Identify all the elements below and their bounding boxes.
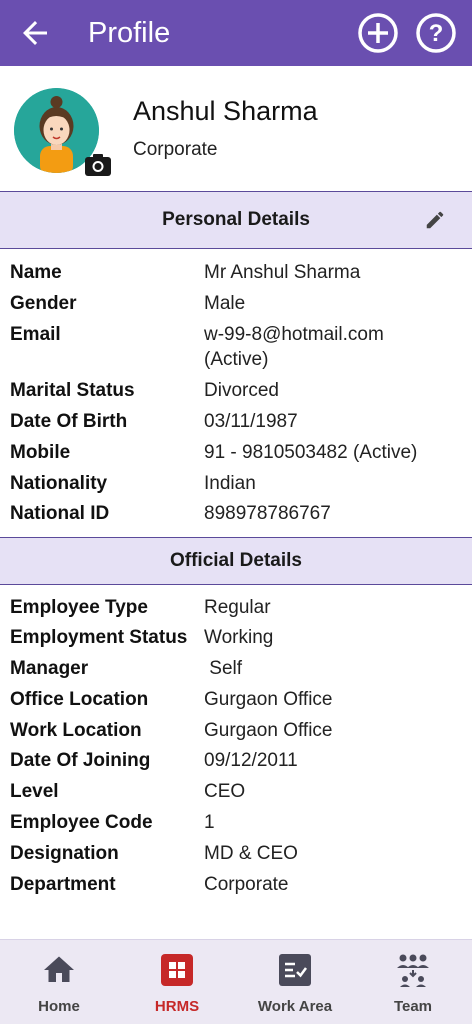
help-button[interactable]: ? xyxy=(414,11,458,55)
nav-label: Work Area xyxy=(257,998,333,1015)
detail-value-status: (Active) xyxy=(204,349,269,370)
change-photo-button[interactable] xyxy=(84,152,112,178)
section-title: Official Details xyxy=(170,550,302,571)
detail-label: Manager xyxy=(10,658,89,679)
add-circle-icon xyxy=(358,13,398,53)
detail-value: Male xyxy=(204,293,246,314)
detail-label: National ID xyxy=(10,503,110,524)
detail-row: Employee Type Regular xyxy=(0,597,472,625)
detail-label: Marital Status xyxy=(10,380,135,401)
detail-value: Divorced xyxy=(204,380,279,401)
nav-hrms[interactable]: HRMS xyxy=(118,940,236,1024)
detail-row: Date Of Joining 09/12/2011 xyxy=(0,750,472,778)
official-details-header: Official Details xyxy=(0,537,472,585)
detail-value: 898978786767 xyxy=(204,503,331,524)
detail-row: Name Mr Anshul Sharma xyxy=(0,262,472,290)
section-title: Personal Details xyxy=(162,209,310,230)
detail-label: Level xyxy=(10,781,59,802)
detail-value: Gurgaon Office xyxy=(204,689,333,710)
app-bar: Profile ? xyxy=(0,0,472,66)
edit-pencil-icon xyxy=(426,211,444,229)
detail-row: Gender Male xyxy=(0,293,472,321)
nav-label: Team xyxy=(393,998,433,1015)
detail-label: Designation xyxy=(10,843,119,864)
detail-value: Gurgaon Office xyxy=(204,720,333,741)
detail-value: 91 - 9810503482 (Active) xyxy=(204,442,418,463)
work-area-icon xyxy=(279,954,311,986)
detail-value: Working xyxy=(204,627,274,648)
nav-label: HRMS xyxy=(154,998,200,1015)
detail-row: Email w-99-8@hotmail.com (Active) xyxy=(0,324,472,376)
help-circle-icon: ? xyxy=(416,13,456,53)
detail-value: Mr Anshul Sharma xyxy=(204,262,361,283)
detail-value: Self xyxy=(204,658,243,679)
edit-button[interactable] xyxy=(424,209,446,231)
detail-label: Gender xyxy=(10,293,77,314)
detail-row: Level CEO xyxy=(0,781,472,809)
detail-row: Office Location Gurgaon Office xyxy=(0,689,472,717)
detail-label: Office Location xyxy=(10,689,149,710)
detail-row: Marital Status Divorced xyxy=(0,380,472,408)
detail-label: Email xyxy=(10,324,61,345)
detail-label: Employment Status xyxy=(10,627,188,648)
detail-label: Department xyxy=(10,874,116,895)
detail-value: Indian xyxy=(204,473,256,494)
detail-label: Date Of Birth xyxy=(10,411,128,432)
detail-row: National ID 898978786767 xyxy=(0,503,472,531)
detail-row: Department Corporate xyxy=(0,874,472,902)
hrms-grid-icon xyxy=(161,954,193,986)
detail-label: Mobile xyxy=(10,442,71,463)
detail-value: 1 xyxy=(204,812,215,833)
detail-row: Mobile 91 - 9810503482 (Active) xyxy=(0,442,472,470)
nav-work-area[interactable]: Work Area xyxy=(236,940,354,1024)
detail-value: w-99-8@hotmail.com xyxy=(204,324,384,345)
profile-header: Anshul Sharma Corporate xyxy=(0,66,472,191)
detail-row: Employee Code 1 xyxy=(0,812,472,840)
svg-text:?: ? xyxy=(429,20,444,47)
detail-value: MD & CEO xyxy=(204,843,298,864)
detail-row: Date Of Birth 03/11/1987 xyxy=(0,411,472,439)
personal-details-header: Personal Details xyxy=(0,191,472,249)
detail-label: Work Location xyxy=(10,720,142,741)
camera-icon xyxy=(85,154,111,176)
home-icon xyxy=(44,956,74,982)
nav-home[interactable]: Home xyxy=(0,940,118,1024)
detail-value: Corporate xyxy=(204,874,289,895)
back-arrow-icon xyxy=(23,21,47,45)
detail-row: Work Location Gurgaon Office xyxy=(0,720,472,748)
nav-team[interactable]: Team xyxy=(354,940,472,1024)
detail-value: 09/12/2011 xyxy=(204,750,298,771)
bottom-navigation: Home HRMS Work Area Team xyxy=(0,939,472,1024)
detail-label: Date Of Joining xyxy=(10,750,151,771)
detail-value: CEO xyxy=(204,781,246,802)
profile-name: Anshul Sharma xyxy=(133,96,318,126)
detail-value: Regular xyxy=(204,597,271,618)
detail-value: 03/11/1987 xyxy=(204,411,298,432)
detail-label: Employee Type xyxy=(10,597,148,618)
detail-label: Name xyxy=(10,262,62,283)
detail-row: Nationality Indian xyxy=(0,473,472,501)
add-button[interactable] xyxy=(356,11,400,55)
back-button[interactable] xyxy=(0,0,70,66)
profile-role: Corporate xyxy=(133,139,218,160)
detail-label: Nationality xyxy=(10,473,108,494)
detail-row: Designation MD & CEO xyxy=(0,843,472,871)
detail-row: Manager Self xyxy=(0,658,472,686)
page-title: Profile xyxy=(88,16,171,49)
detail-row: Employment Status Working xyxy=(0,627,472,655)
team-icon xyxy=(397,954,429,987)
detail-label: Employee Code xyxy=(10,812,153,833)
nav-label: Home xyxy=(38,998,80,1015)
